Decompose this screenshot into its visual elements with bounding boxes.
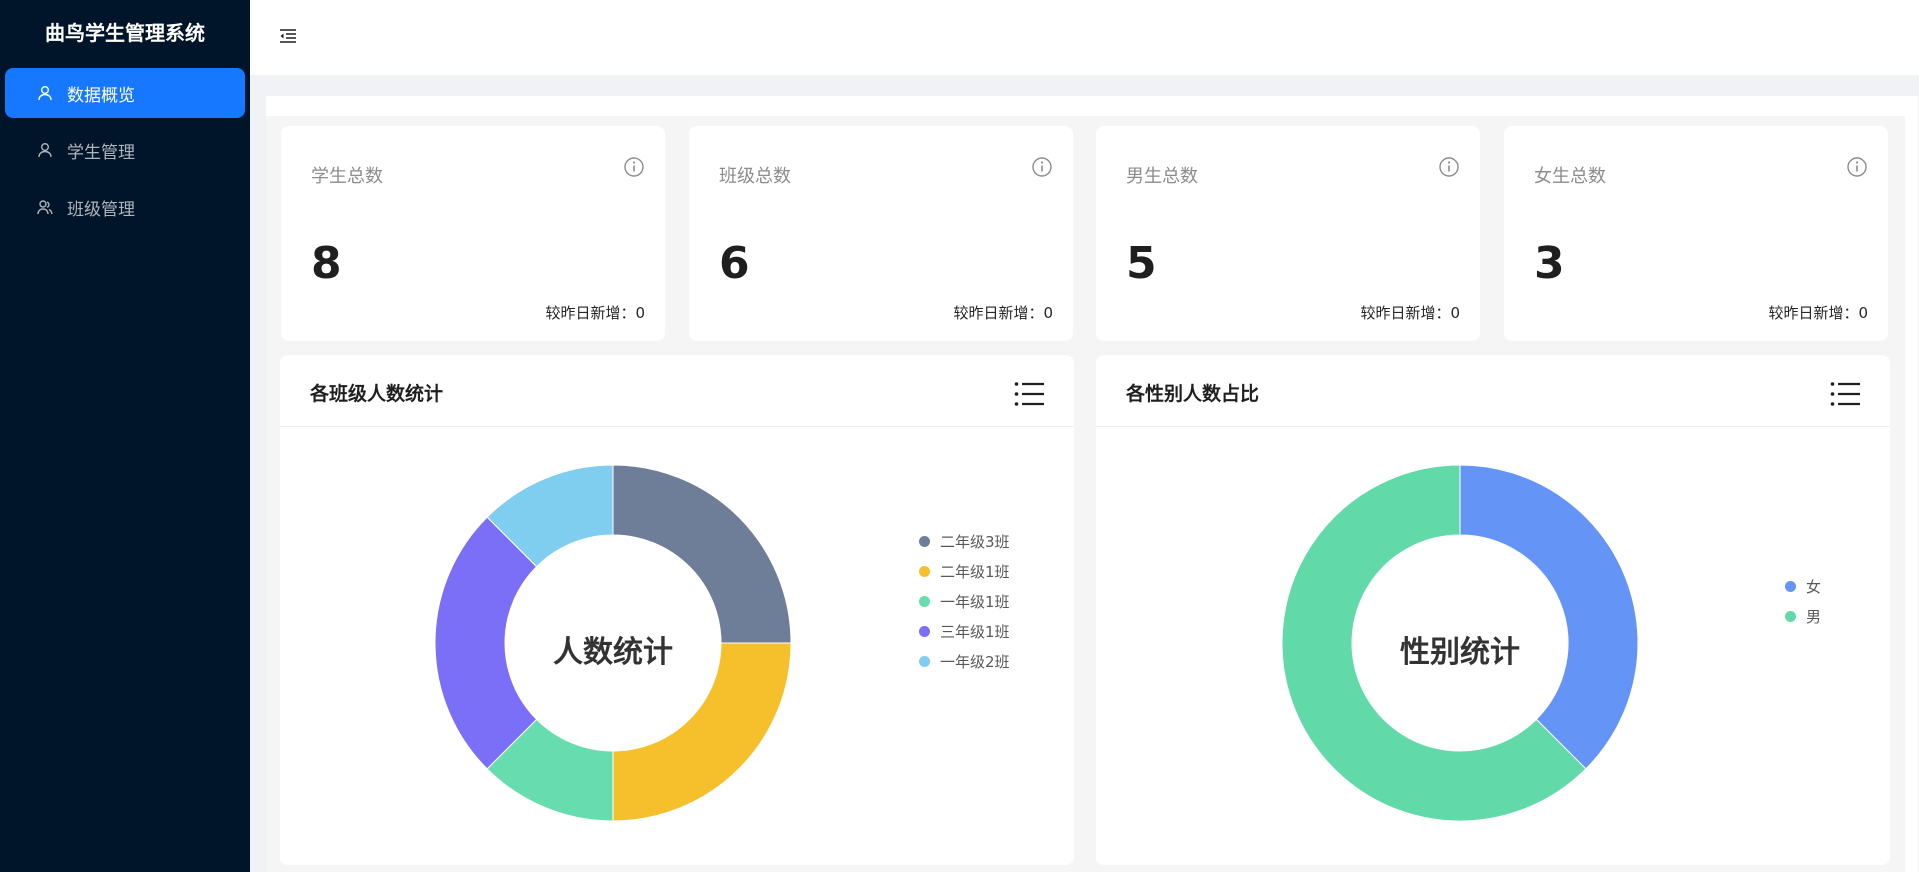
stat-delta: 较昨日新增：0 — [1360, 304, 1460, 322]
stat-value: 5 — [1126, 238, 1157, 289]
app-title: 曲鸟学生管理系统 — [45, 20, 205, 45]
list-menu-icon[interactable] — [1830, 381, 1860, 407]
stat-title: 学生总数 — [311, 166, 383, 187]
stat-card-classes: 班级总数 6 较昨日新增：0 — [689, 126, 1073, 341]
stat-card-male: 男生总数 5 较昨日新增：0 — [1096, 126, 1480, 341]
legend-item[interactable]: 女 — [1785, 571, 1821, 601]
chart-header: 各班级人数统计 — [280, 355, 1074, 427]
menu-fold-icon[interactable] — [278, 26, 302, 50]
legend-label: 二年级3班 — [940, 532, 1010, 551]
donut-slice[interactable] — [612, 464, 792, 644]
stat-value: 3 — [1534, 238, 1565, 289]
dashboard-area: 学生总数 8 较昨日新增：0 班级总数 6 较昨日新增：0 男生总数 5 较昨日… — [266, 116, 1905, 872]
legend-marker — [919, 565, 930, 577]
legend-label: 女 — [1806, 577, 1822, 596]
legend-label: 三年级1班 — [940, 622, 1010, 641]
legend-label: 男 — [1806, 607, 1822, 626]
stat-card-female: 女生总数 3 较昨日新增：0 — [1504, 126, 1888, 341]
stat-card-students: 学生总数 8 较昨日新增：0 — [281, 126, 665, 341]
gender-chart-card: 各性别人数占比 性别统计 女男 — [1096, 355, 1890, 865]
stat-delta: 较昨日新增：0 — [545, 304, 645, 322]
info-icon[interactable] — [1031, 156, 1053, 178]
legend-marker — [919, 625, 930, 637]
legend-marker — [1785, 580, 1796, 592]
stat-delta: 较昨日新增：0 — [953, 304, 1053, 322]
class-chart-card: 各班级人数统计 人数统计 二年级3班二年级1班一年级1班三年级1班一年级2班 — [280, 355, 1074, 865]
sidebar-item-overview[interactable]: 数据概览 — [5, 68, 245, 118]
legend-item[interactable]: 三年级1班 — [919, 616, 1010, 646]
stat-title: 男生总数 — [1126, 166, 1198, 187]
sidebar-item-label: 数据概览 — [67, 85, 135, 106]
legend-item[interactable]: 男 — [1785, 601, 1821, 631]
legend-item[interactable]: 一年级2班 — [919, 646, 1010, 676]
donut-center-label: 性别统计 — [1400, 635, 1520, 670]
legend-marker — [1785, 610, 1796, 622]
legend-label: 一年级2班 — [940, 652, 1010, 671]
legend-item[interactable]: 二年级1班 — [919, 556, 1010, 586]
legend-item[interactable]: 二年级3班 — [919, 526, 1010, 556]
chart-title: 各班级人数统计 — [310, 383, 444, 405]
stat-delta: 较昨日新增：0 — [1768, 304, 1868, 322]
info-icon[interactable] — [1846, 156, 1868, 178]
sidebar-menu: 数据概览 学生管理 班级管理 — [0, 68, 250, 232]
info-icon[interactable] — [623, 156, 645, 178]
user-icon — [35, 140, 55, 160]
chart-legend: 女男 — [1785, 571, 1821, 631]
top-header — [250, 0, 1919, 75]
team-icon — [35, 197, 55, 217]
legend-marker — [919, 595, 930, 607]
stat-title: 班级总数 — [719, 166, 791, 187]
sidebar-item-students[interactable]: 学生管理 — [5, 125, 245, 175]
list-menu-icon[interactable] — [1014, 381, 1044, 407]
legend-label: 二年级1班 — [940, 562, 1010, 581]
chart-title: 各性别人数占比 — [1126, 383, 1260, 405]
stat-value: 8 — [311, 238, 342, 289]
donut-slice[interactable] — [1459, 464, 1639, 770]
chart-header: 各性别人数占比 — [1096, 355, 1890, 427]
sidebar-item-label: 班级管理 — [67, 199, 135, 220]
legend-marker — [919, 535, 930, 547]
legend-label: 一年级1班 — [940, 592, 1010, 611]
legend-marker — [919, 655, 930, 667]
sidebar-item-classes[interactable]: 班级管理 — [5, 182, 245, 232]
stat-value: 6 — [719, 238, 750, 289]
donut-center-label: 人数统计 — [553, 635, 673, 670]
user-icon — [35, 83, 55, 103]
legend-item[interactable]: 一年级1班 — [919, 586, 1010, 616]
sidebar-item-label: 学生管理 — [67, 142, 135, 163]
info-icon[interactable] — [1438, 156, 1460, 178]
sidebar: 曲鸟学生管理系统 数据概览 学生管理 班级管理 — [0, 0, 250, 872]
chart-legend: 二年级3班二年级1班一年级1班三年级1班一年级2班 — [919, 526, 1010, 676]
main-content: 学生总数 8 较昨日新增：0 班级总数 6 较昨日新增：0 男生总数 5 较昨日… — [266, 96, 1918, 872]
stat-title: 女生总数 — [1534, 166, 1606, 187]
